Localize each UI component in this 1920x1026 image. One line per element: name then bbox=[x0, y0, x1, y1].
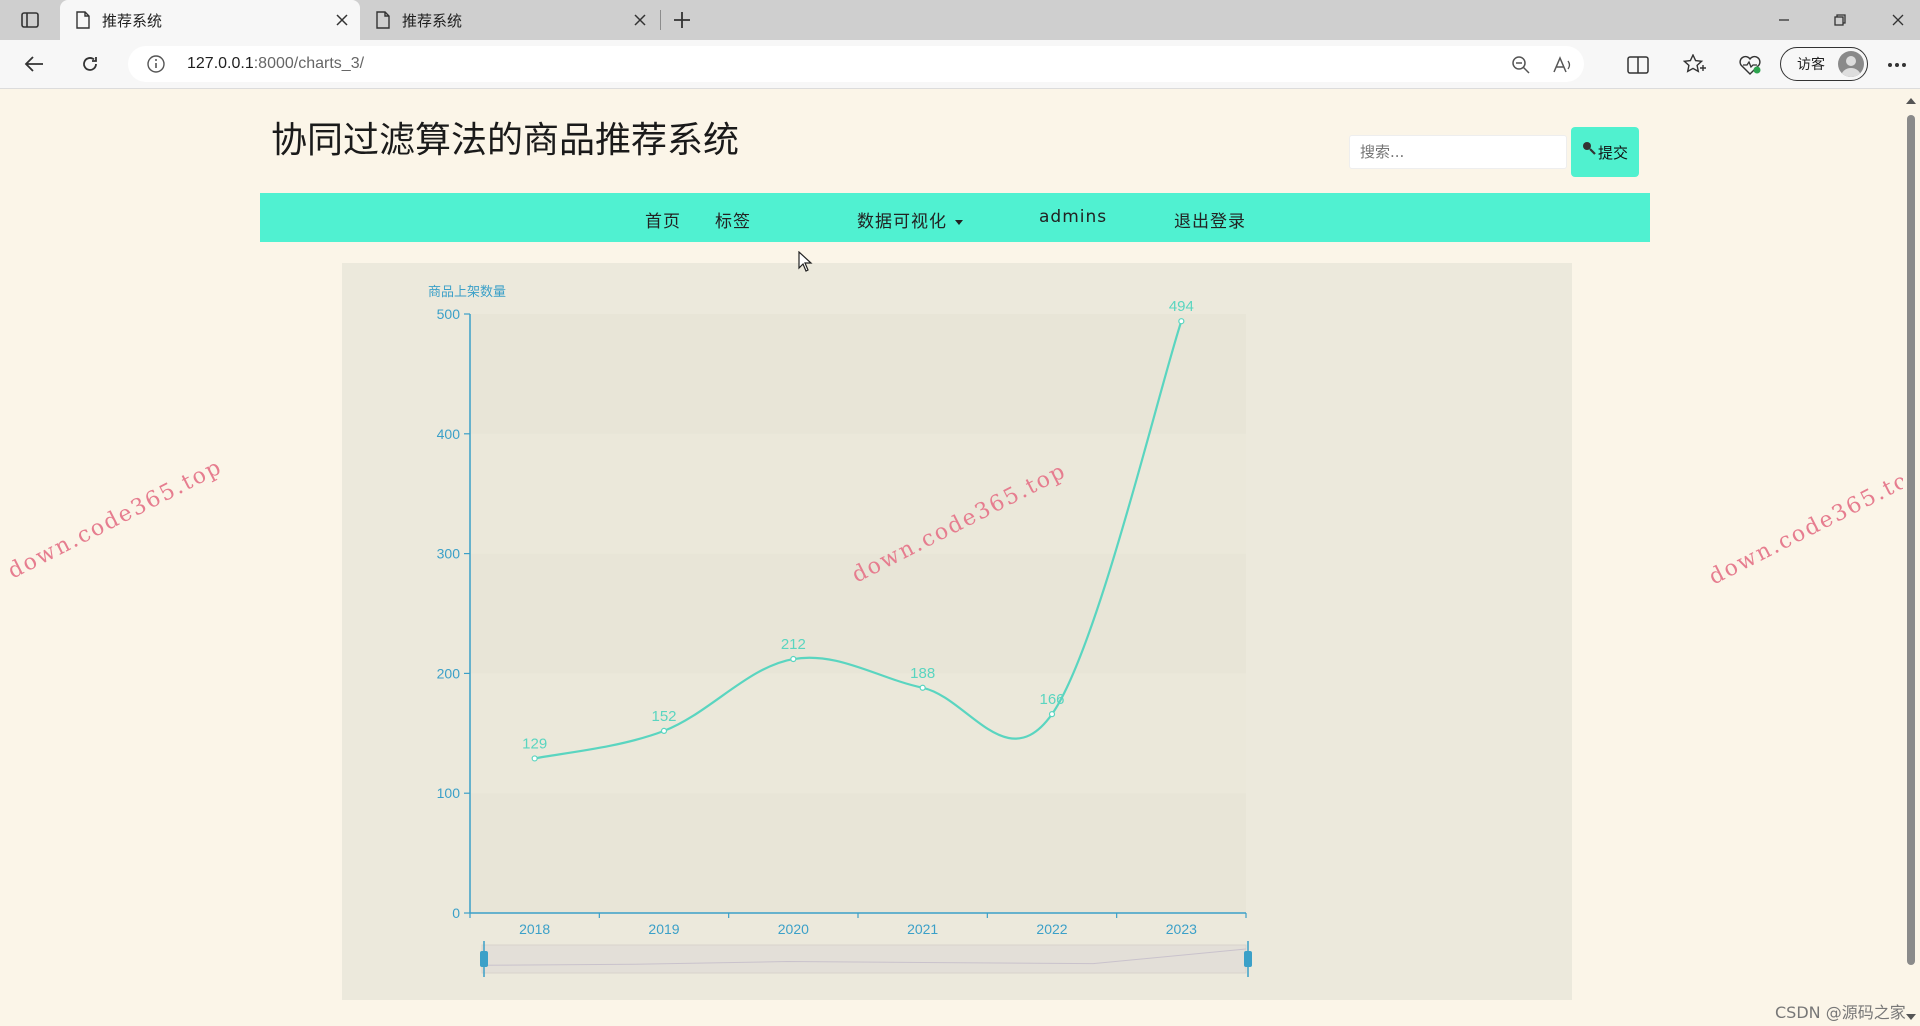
y-tick-label: 0 bbox=[452, 905, 460, 921]
scrollbar-thumb[interactable] bbox=[1907, 115, 1915, 965]
x-tick-label: 2019 bbox=[648, 921, 679, 937]
favorites-icon[interactable] bbox=[1682, 52, 1708, 78]
url-field[interactable]: 127.0.0.1:8000/charts_3/ bbox=[128, 46, 1584, 82]
submit-search-button[interactable]: 提交 bbox=[1571, 127, 1639, 177]
page-body: 协同过滤算法的商品推荐系统 提交 首页 标签 数据可视化 admins 退出登录… bbox=[5, 89, 1903, 1026]
y-tick-label: 500 bbox=[437, 306, 461, 322]
back-icon[interactable] bbox=[16, 48, 52, 80]
x-tick-label: 2020 bbox=[778, 921, 809, 937]
main-navbar: 首页 标签 数据可视化 admins 退出登录 bbox=[260, 193, 1650, 242]
data-label: 129 bbox=[522, 735, 547, 752]
zoom-out-icon[interactable] bbox=[1510, 54, 1532, 76]
url-host: 127.0.0.1 bbox=[187, 55, 254, 72]
tab-actions-icon[interactable] bbox=[12, 6, 48, 34]
submit-label: 提交 bbox=[1597, 143, 1628, 162]
address-bar-row: 127.0.0.1:8000/charts_3/ 访客 bbox=[0, 40, 1920, 89]
split-area-band bbox=[470, 673, 1246, 794]
data-point bbox=[790, 655, 797, 663]
data-point bbox=[531, 755, 538, 762]
reload-icon[interactable] bbox=[72, 48, 108, 80]
split-area-band bbox=[470, 793, 1246, 913]
y-tick-label: 400 bbox=[437, 426, 461, 442]
x-tick-label: 2023 bbox=[1166, 921, 1197, 937]
y-tick-label: 100 bbox=[437, 785, 461, 801]
close-window-icon[interactable] bbox=[1880, 6, 1916, 34]
search-input[interactable] bbox=[1349, 135, 1567, 169]
nav-item-data-viz-label: 数据可视化 bbox=[857, 212, 947, 232]
url-path: :8000/charts_3/ bbox=[253, 55, 365, 72]
data-point bbox=[660, 727, 668, 735]
minimize-icon[interactable] bbox=[1766, 6, 1802, 34]
profile-label: 访客 bbox=[1797, 57, 1825, 73]
y-tick-label: 300 bbox=[437, 546, 461, 562]
tab-separator bbox=[660, 10, 661, 30]
csdn-credit: CSDN @源码之家 bbox=[1775, 1003, 1906, 1022]
x-tick-label: 2018 bbox=[519, 921, 550, 937]
datazoom-handle-grip bbox=[1244, 951, 1252, 967]
y-tick-label: 200 bbox=[437, 665, 461, 681]
split-area-band bbox=[470, 433, 1246, 554]
split-area-band bbox=[470, 314, 1246, 434]
data-label: 188 bbox=[910, 665, 935, 682]
nav-item-data-viz[interactable]: 数据可视化 bbox=[857, 207, 963, 232]
close-tab-icon[interactable] bbox=[332, 10, 352, 30]
data-label: 494 bbox=[1169, 298, 1194, 315]
data-point bbox=[919, 684, 926, 691]
data-label: 166 bbox=[1039, 691, 1064, 708]
avatar-icon bbox=[1838, 51, 1864, 77]
site-info-icon[interactable] bbox=[146, 54, 166, 74]
url-text: 127.0.0.1:8000/charts_3/ bbox=[187, 55, 364, 73]
more-menu-icon[interactable] bbox=[1884, 52, 1910, 78]
line-chart: 0 100 200 300 400 500 商品上架数量 2018 2019 2020 2021 20… bbox=[428, 285, 1252, 977]
browser-tab-bar: 推荐系统 推荐系统 bbox=[0, 0, 1920, 40]
close-tab-icon[interactable] bbox=[630, 10, 650, 30]
tab-title: 推荐系统 bbox=[402, 11, 463, 30]
y-axis-title: 商品上架数量 bbox=[428, 285, 506, 300]
tab-title: 推荐系统 bbox=[102, 11, 163, 30]
nav-item-tags[interactable]: 标签 bbox=[715, 207, 751, 232]
scroll-up-icon[interactable] bbox=[1906, 98, 1916, 104]
data-point bbox=[1178, 318, 1185, 325]
mouse-cursor-icon bbox=[798, 251, 813, 272]
x-tick-label: 2022 bbox=[1036, 921, 1067, 937]
new-tab-icon[interactable] bbox=[668, 8, 696, 32]
nav-item-home[interactable]: 首页 bbox=[645, 207, 681, 232]
search-icon bbox=[1582, 142, 1596, 155]
restore-icon[interactable] bbox=[1822, 6, 1858, 34]
page-icon bbox=[76, 11, 90, 29]
page-icon bbox=[376, 11, 390, 29]
data-label: 152 bbox=[651, 708, 676, 725]
browser-essentials-icon[interactable] bbox=[1737, 52, 1763, 78]
x-tick-label: 2021 bbox=[907, 921, 938, 937]
dropdown-caret-icon bbox=[955, 219, 963, 225]
site-title: 协同过滤算法的商品推荐系统 bbox=[271, 120, 740, 161]
data-point bbox=[1048, 711, 1056, 718]
chart-panel: 0 100 200 300 400 500 商品上架数量 2018 2019 2020 2021 20… bbox=[342, 263, 1572, 1000]
scroll-down-icon[interactable] bbox=[1906, 1014, 1916, 1020]
datazoom-track bbox=[481, 944, 1247, 974]
datazoom-handle-grip bbox=[480, 951, 488, 967]
read-aloud-icon[interactable] bbox=[1552, 54, 1574, 76]
browser-tab-1[interactable]: 推荐系统 bbox=[60, 0, 360, 40]
browser-tab-2[interactable]: 推荐系统 bbox=[360, 0, 658, 40]
profile-button[interactable]: 访客 bbox=[1780, 47, 1868, 81]
nav-item-logout[interactable]: 退出登录 bbox=[1174, 207, 1246, 232]
nav-item-admins[interactable]: admins bbox=[1039, 207, 1107, 227]
split-screen-icon[interactable] bbox=[1625, 52, 1651, 78]
data-label: 212 bbox=[781, 636, 806, 653]
